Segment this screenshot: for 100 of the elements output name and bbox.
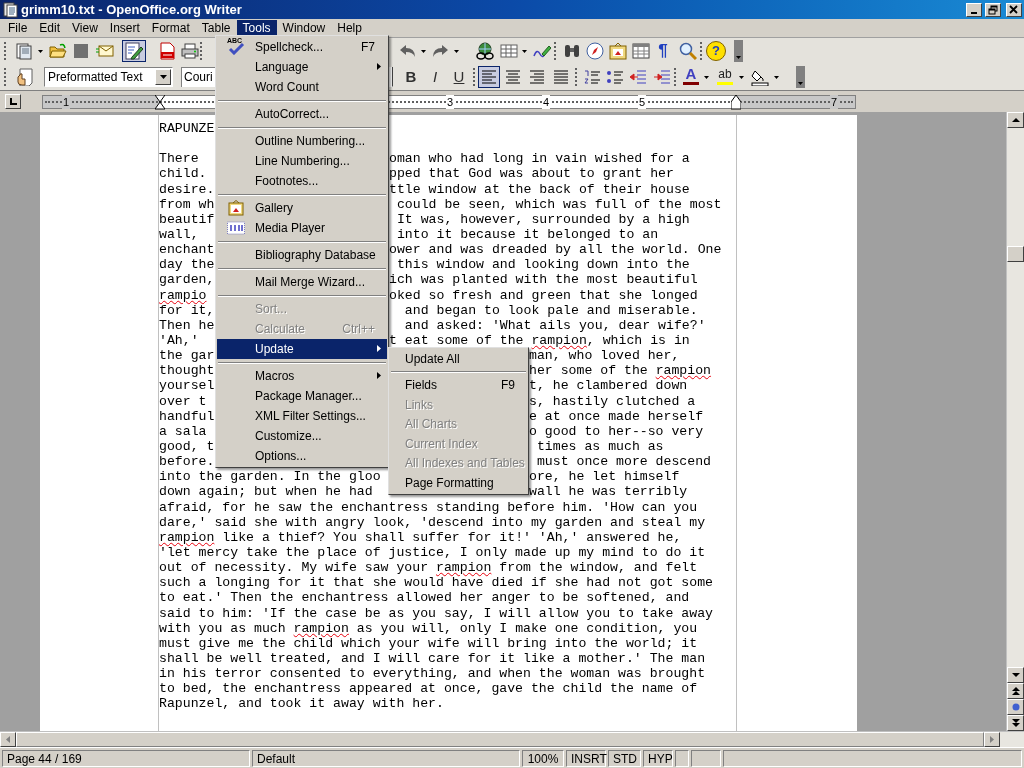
align-left-button[interactable]	[478, 66, 500, 88]
help-button[interactable]: ?	[706, 41, 726, 61]
indent-marker-icon[interactable]	[731, 95, 741, 110]
highlighting-button[interactable]: ab	[714, 66, 736, 88]
edit-file-button[interactable]	[122, 40, 146, 62]
toolbar-grip[interactable]	[200, 42, 203, 60]
text-line: Then he	[159, 317, 215, 333]
text-line: and asked: 'What ails you, dear wife?'	[403, 317, 706, 333]
down-arrow-icon	[1011, 671, 1020, 679]
restore-button[interactable]	[985, 2, 1001, 17]
next-page-button[interactable]	[1007, 715, 1024, 731]
toolbar-options-button[interactable]	[734, 40, 743, 62]
status-pane	[675, 749, 689, 767]
font-color-button[interactable]: A	[680, 66, 702, 88]
submenu-arrow-icon	[377, 372, 381, 379]
menu-item[interactable]: Footnotes...	[217, 171, 387, 191]
gallery-button[interactable]	[606, 40, 630, 62]
menu-item[interactable]: Line Numbering...	[217, 151, 387, 171]
scroll-up-button[interactable]	[1007, 112, 1024, 128]
right-arrow-icon	[990, 736, 994, 743]
scroll-down-button[interactable]	[1007, 667, 1024, 683]
text-line: wall he was terribly	[529, 484, 688, 500]
menu-item[interactable]: Word Count	[217, 77, 387, 97]
menu-item[interactable]: Update All	[390, 349, 527, 369]
print-button[interactable]	[178, 40, 202, 62]
menu-item[interactable]: Media Player	[217, 218, 387, 238]
text-line: oked so fresh and green that she longed	[389, 287, 698, 303]
menu-bar-item[interactable]: View	[66, 19, 104, 37]
vertical-scrollbar[interactable]	[1006, 112, 1024, 731]
toolbar-grip[interactable]	[4, 68, 7, 86]
text-line: such a longing for it that she would have died if she had not got some	[159, 575, 713, 591]
indent-marker-icon[interactable]	[155, 95, 165, 110]
text-line: afraid, for he saw the enchantress standing before him. 'How can you	[159, 499, 698, 515]
menu-item[interactable]: Package Manager...	[217, 386, 387, 406]
globe-chain-icon	[475, 42, 495, 60]
text-line: handful	[159, 408, 215, 424]
menu-bar-item[interactable]: Insert	[103, 19, 146, 37]
previous-page-button[interactable]	[1007, 683, 1024, 699]
toolbar-grip[interactable]	[674, 68, 677, 86]
underline-button[interactable]: U	[448, 66, 470, 88]
compass-icon	[586, 42, 604, 60]
ruler-number: 1	[62, 95, 71, 109]
align-right-icon	[529, 69, 545, 85]
scroll-right-button[interactable]	[984, 732, 1000, 747]
menu-item[interactable]: AutoCorrect...	[217, 104, 387, 124]
circle-icon	[1011, 703, 1020, 711]
font-size-combo[interactable]	[389, 67, 393, 87]
close-button[interactable]	[1006, 2, 1022, 17]
text-line: rampion like a thief? You shall suffer for it!' 'Ah,' answered he,	[159, 529, 682, 545]
text-line: rampio	[159, 287, 207, 303]
menu-item[interactable]: Bibliography Database	[217, 245, 387, 265]
data-sources-button[interactable]	[629, 40, 653, 62]
table-grid-icon	[500, 44, 518, 58]
italic-button[interactable]: I	[424, 66, 446, 88]
toolbar-options-button[interactable]	[796, 66, 805, 88]
status-field: 100%	[522, 749, 564, 767]
bold-button[interactable]: B	[400, 66, 422, 88]
scroll-left-button[interactable]	[0, 732, 16, 747]
text-line: in his terror consented to everything, and when the woman was brought	[159, 666, 706, 682]
caret-icon	[774, 75, 779, 79]
tab-type-button[interactable]	[5, 94, 21, 109]
menu-bar-item[interactable]: Table	[195, 19, 237, 37]
formatting-marks-button[interactable]: ¶	[653, 40, 673, 62]
undo-arrow-icon	[399, 44, 417, 58]
navigation-button[interactable]	[1007, 699, 1024, 715]
toolbar-grip[interactable]	[700, 42, 703, 60]
caret-icon	[159, 75, 167, 79]
toolbar-grip[interactable]	[575, 68, 578, 86]
menu-bar-item[interactable]: Edit	[33, 19, 67, 37]
menu-item[interactable]: Macros	[217, 366, 387, 386]
menu-item[interactable]: Customize...	[217, 426, 387, 446]
menu-item[interactable]: Language	[217, 57, 387, 77]
dropdown-button[interactable]	[155, 69, 171, 85]
menu-item[interactable]: XML Filter Settings...	[217, 406, 387, 426]
toolbar-grip[interactable]	[4, 42, 7, 60]
toolbar-grip[interactable]	[473, 68, 476, 86]
font-name-field[interactable]: Couri	[181, 67, 215, 87]
menu-item[interactable]: Options...	[217, 446, 387, 466]
text-line: day the	[159, 257, 215, 273]
menu-item[interactable]: Outline Numbering...	[217, 131, 387, 151]
menu-item[interactable]: Gallery	[217, 198, 387, 218]
toolbar-grip[interactable]	[554, 42, 557, 60]
menu-item[interactable]: Fields F9	[390, 375, 527, 395]
text-line: man, who loved her,	[529, 348, 680, 364]
scroll-thumb[interactable]	[1007, 246, 1024, 262]
menu-bar-item[interactable]: Help	[331, 19, 368, 37]
text-line: from wh	[159, 196, 215, 212]
menu-bar-item[interactable]: Format	[145, 19, 196, 37]
menu-item[interactable]: Update	[217, 339, 387, 359]
pen-icon	[533, 44, 551, 58]
menu-item[interactable]: Page Formatting	[390, 473, 527, 493]
menu-bar-item[interactable]: File	[2, 19, 34, 37]
navigator-button[interactable]	[583, 40, 607, 62]
paragraph-style-combo[interactable]: Preformatted Text	[44, 67, 173, 87]
text-line: There	[159, 151, 200, 167]
menu-bar-item[interactable]: Window	[276, 19, 332, 37]
text-line: It was, however, surrounded by a high	[395, 211, 690, 227]
minimize-button[interactable]	[966, 2, 982, 17]
ruler-number: 4	[542, 95, 551, 109]
menu-item[interactable]: Mail Merge Wizard...	[217, 272, 387, 292]
